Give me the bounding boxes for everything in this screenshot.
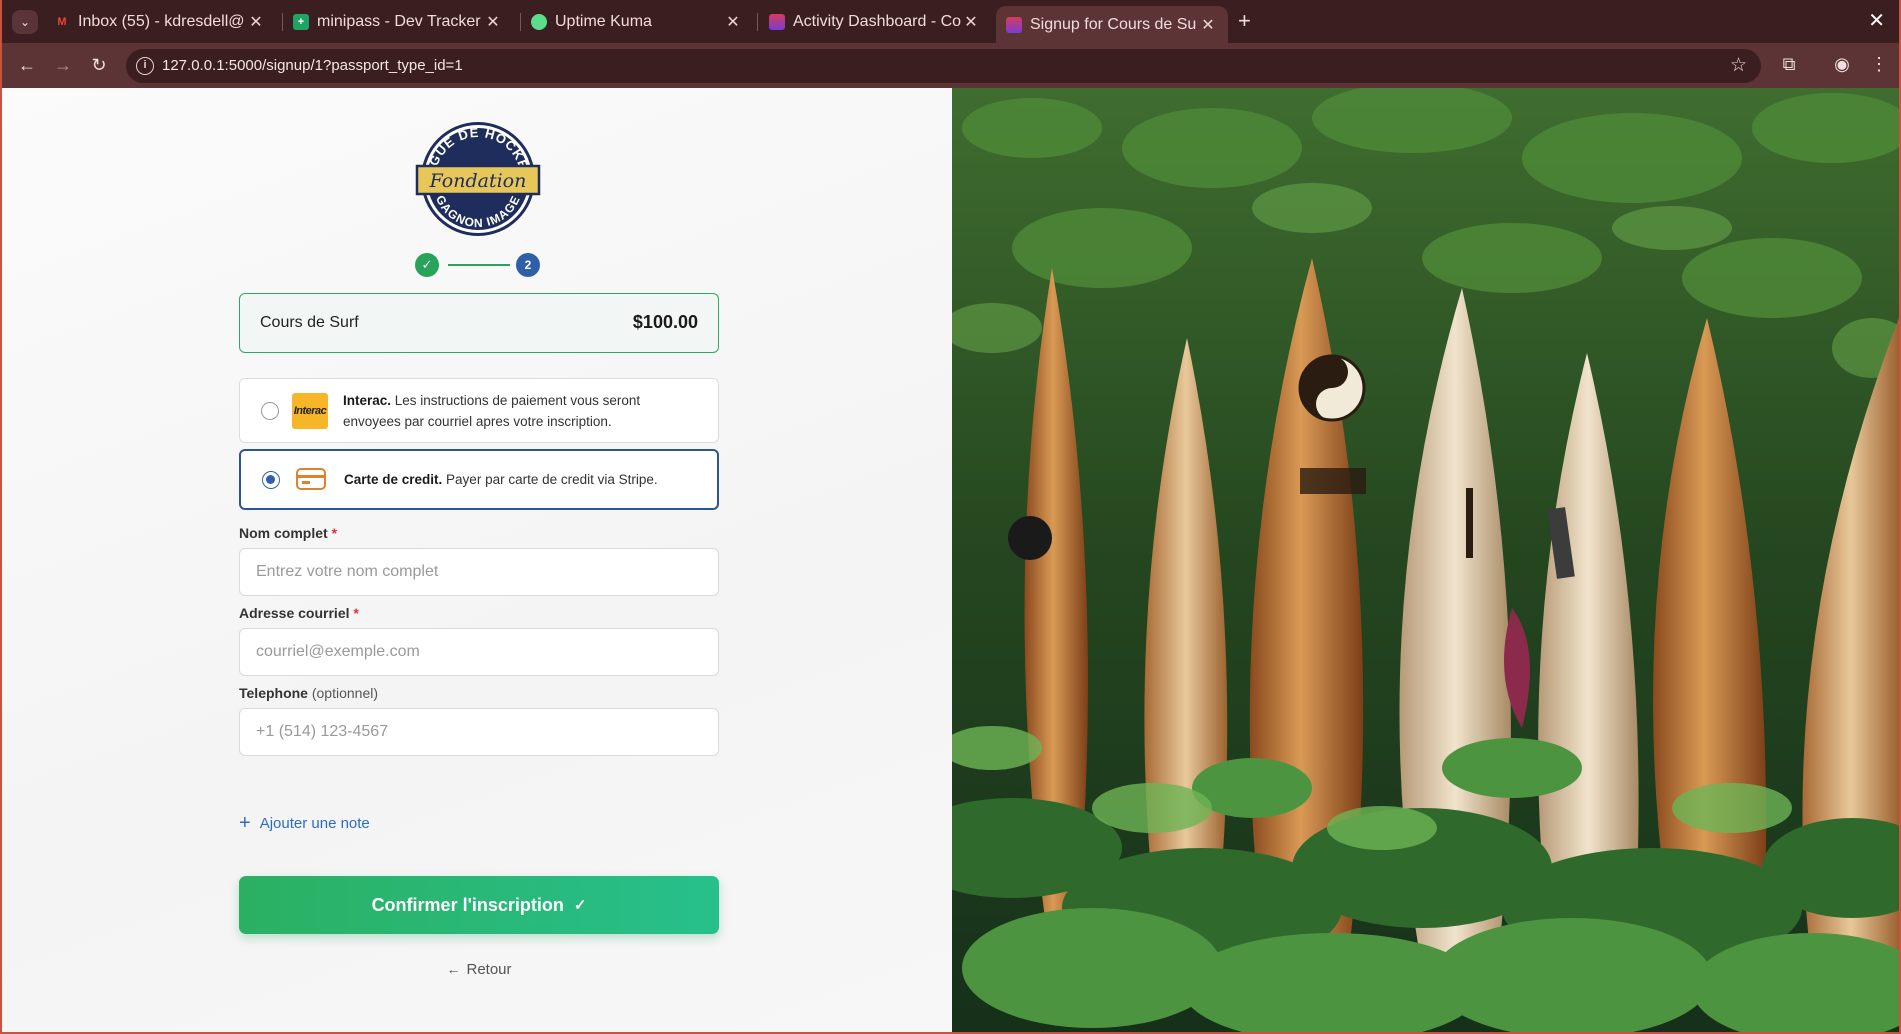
signup-form-panel: LIGUE DE HOCKEY GAGNON IMAGE Fondation ✓… bbox=[2, 88, 952, 1032]
credit-card-radio[interactable] bbox=[262, 471, 280, 489]
tab-title: Inbox (55) - kdresdell@ bbox=[78, 13, 245, 30]
address-bar[interactable]: i 127.0.0.1:5000/signup/1?passport_type_… bbox=[126, 49, 1761, 83]
add-note-link[interactable]: + Ajouter une note bbox=[239, 812, 370, 834]
email-input[interactable] bbox=[239, 628, 719, 676]
url-text[interactable]: 127.0.0.1:5000/signup/1?passport_type_id… bbox=[162, 57, 463, 74]
bookmark-star-icon[interactable]: ☆ bbox=[1730, 54, 1747, 77]
close-tab-icon[interactable]: ✕ bbox=[246, 12, 266, 32]
interac-radio[interactable] bbox=[261, 402, 279, 420]
tab-uptime-kuma[interactable]: Uptime Kuma ✕ bbox=[521, 6, 753, 38]
reload-icon[interactable]: ↻ bbox=[86, 52, 112, 78]
tab-title: Signup for Cours de Su bbox=[1030, 15, 1197, 33]
payment-option-credit-card[interactable]: Carte de credit. Payer par carte de cred… bbox=[239, 449, 719, 510]
name-label: Nom complet * bbox=[239, 525, 338, 541]
browser-toolbar: ← → ↻ i 127.0.0.1:5000/signup/1?passport… bbox=[2, 43, 1899, 88]
back-arrow-icon[interactable]: ← bbox=[14, 52, 40, 78]
forward-arrow-icon[interactable]: → bbox=[50, 52, 76, 78]
hero-image bbox=[952, 88, 1899, 1032]
activity-price: $100.00 bbox=[632, 312, 698, 332]
credit-card-icon bbox=[296, 468, 326, 490]
menu-kebab-icon[interactable]: ⋮ bbox=[1868, 54, 1890, 75]
fondation-logo: LIGUE DE HOCKEY GAGNON IMAGE Fondation bbox=[415, 122, 541, 236]
close-window-icon[interactable]: ✕ bbox=[1868, 8, 1885, 33]
full-name-input[interactable] bbox=[239, 548, 719, 596]
confirm-signup-button[interactable]: Confirmer l'inscription ✓ bbox=[239, 876, 719, 934]
new-tab-button[interactable]: + bbox=[1238, 8, 1251, 34]
tab-title: minipass - Dev Tracker bbox=[317, 13, 481, 30]
tab-bar: ⌄ M Inbox (55) - kdresdell@ ✕ + minipass… bbox=[2, 0, 1899, 43]
minipass-icon bbox=[769, 14, 785, 30]
back-arrow-icon: ← bbox=[446, 961, 461, 977]
gmail-icon: M bbox=[57, 16, 67, 28]
close-tab-icon[interactable]: ✕ bbox=[483, 12, 503, 32]
signup-page: LIGUE DE HOCKEY GAGNON IMAGE Fondation ✓… bbox=[2, 88, 1899, 1032]
browser-window: ⌄ M Inbox (55) - kdresdell@ ✕ + minipass… bbox=[0, 0, 1901, 1034]
back-link[interactable]: ← Retour bbox=[2, 961, 956, 978]
progress-stepper: ✓ 2 bbox=[415, 253, 543, 277]
interac-icon: Interac bbox=[292, 393, 328, 429]
tab-gmail[interactable]: M Inbox (55) - kdresdell@ ✕ bbox=[44, 6, 276, 38]
tab-signup[interactable]: Signup for Cours de Su ✕ bbox=[996, 6, 1228, 43]
uptime-kuma-icon bbox=[531, 14, 547, 30]
sheets-icon: + bbox=[293, 14, 309, 30]
email-label: Adresse courriel * bbox=[239, 605, 359, 621]
svg-text:Fondation: Fondation bbox=[429, 170, 527, 192]
tab-divider bbox=[757, 13, 758, 31]
tab-activity-dashboard[interactable]: Activity Dashboard - Co ✕ bbox=[759, 6, 991, 38]
activity-name: Cours de Surf bbox=[260, 314, 359, 331]
minipass-icon bbox=[1006, 16, 1022, 33]
checkmark-icon: ✓ bbox=[573, 897, 587, 914]
activity-summary-card: Cours de Surf $100.00 bbox=[239, 293, 719, 353]
tab-search-button[interactable]: ⌄ bbox=[12, 10, 38, 34]
surfboards-illustration bbox=[952, 88, 1899, 1032]
plus-icon: + bbox=[239, 812, 251, 834]
close-tab-icon[interactable]: ✕ bbox=[723, 12, 743, 32]
step-current: 2 bbox=[516, 253, 540, 277]
credit-card-description: Carte de credit. Payer par carte de cred… bbox=[344, 472, 658, 487]
profile-icon[interactable]: ◉ bbox=[1831, 54, 1853, 75]
payment-option-interac[interactable]: Interac Interac. Les instructions de pai… bbox=[239, 378, 719, 443]
add-note-label: Ajouter une note bbox=[259, 815, 370, 832]
tab-title: Uptime Kuma bbox=[555, 13, 652, 30]
site-info-icon[interactable]: i bbox=[136, 57, 154, 75]
tab-dev-tracker[interactable]: + minipass - Dev Tracker ✕ bbox=[283, 6, 513, 38]
extensions-icon[interactable]: ⧉ bbox=[1778, 54, 1800, 75]
close-tab-icon[interactable]: ✕ bbox=[1198, 15, 1218, 35]
interac-description: Interac. Les instructions de paiement vo… bbox=[343, 393, 641, 429]
tab-title: Activity Dashboard - Co bbox=[793, 13, 961, 30]
step-completed-check-icon: ✓ bbox=[415, 253, 439, 277]
close-tab-icon[interactable]: ✕ bbox=[961, 12, 981, 32]
step-connector bbox=[448, 264, 510, 266]
phone-input[interactable] bbox=[239, 708, 719, 756]
phone-label: Telephone (optionnel) bbox=[239, 685, 379, 701]
